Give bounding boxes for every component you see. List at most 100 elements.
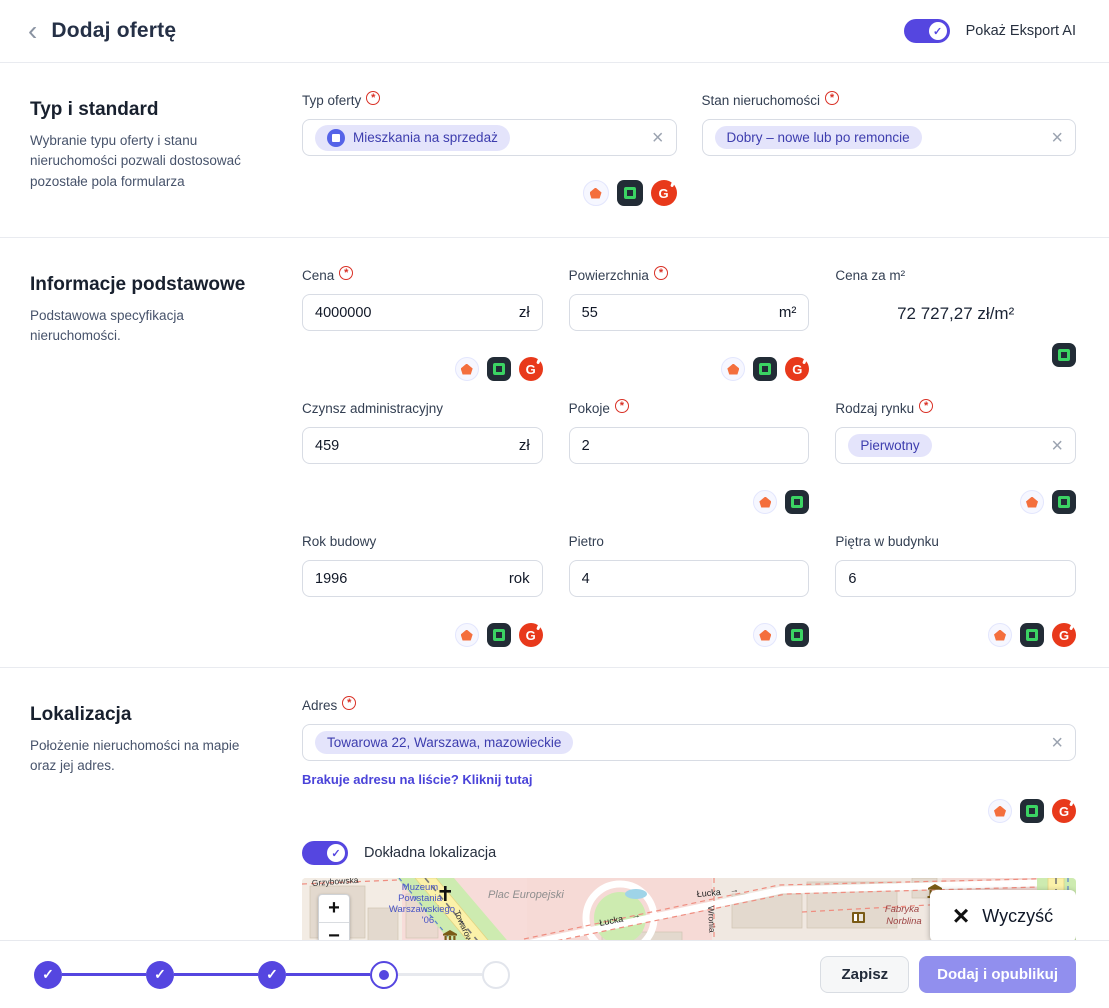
portal-icons-row: G xyxy=(302,622,543,648)
portal-house-icon[interactable] xyxy=(455,357,479,381)
clear-icon[interactable]: × xyxy=(1043,733,1063,753)
publish-button[interactable]: Dodaj i opublikuj xyxy=(919,956,1076,993)
pietro-label: Pietro xyxy=(569,534,810,554)
portal-otodom-icon[interactable] xyxy=(617,180,643,206)
gratka-letter: G xyxy=(1059,628,1069,643)
section-lok-header: Lokalizacja Położenie nieruchomości na m… xyxy=(30,668,302,940)
toggle-knob-check-icon: ✓ xyxy=(327,844,345,862)
typ-oferty-chip-text: Mieszkania na sprzedaż xyxy=(353,130,498,145)
rok-budowy-inputbox: rok xyxy=(302,560,543,597)
clear-icon[interactable]: × xyxy=(644,128,664,148)
typ-oferty-label-text: Typ oferty xyxy=(302,93,361,108)
rodzaj-rynku-label: Rodzaj rynku * xyxy=(835,401,1076,421)
save-button[interactable]: Zapisz xyxy=(820,956,909,993)
portal-gratka-icon[interactable]: G xyxy=(519,357,543,381)
portal-gratka-icon[interactable]: G xyxy=(1052,623,1076,647)
portal-otodom-icon[interactable] xyxy=(487,357,511,381)
field-pietra-w-budynku: Piętra w budynku G xyxy=(835,534,1076,648)
stan-select[interactable]: Dobry – nowe lub po remoncie × xyxy=(702,119,1077,156)
portal-icons-row xyxy=(569,489,810,515)
typ-oferty-label: Typ oferty * xyxy=(302,93,677,113)
portal-otodom-icon[interactable] xyxy=(1052,343,1076,367)
portal-house-icon[interactable] xyxy=(455,623,479,647)
location-map[interactable]: Grzybowska Muzeum Powstania Warszawskieg… xyxy=(302,878,1076,940)
portal-gratka-icon[interactable]: G xyxy=(785,357,809,381)
step-connector xyxy=(286,973,370,976)
section-info-title: Informacje podstawowe xyxy=(30,274,302,296)
portal-house-icon[interactable] xyxy=(1020,490,1044,514)
info-row-1: Cena * zł G xyxy=(302,268,1076,401)
portal-otodom-icon[interactable] xyxy=(1020,623,1044,647)
czynsz-inputbox: zł xyxy=(302,427,543,464)
portal-otodom-icon[interactable] xyxy=(785,490,809,514)
powierzchnia-label-text: Powierzchnia xyxy=(569,268,649,283)
portal-icons-row: G xyxy=(835,622,1076,648)
typ-oferty-chip[interactable]: Mieszkania na sprzedaż xyxy=(315,125,510,151)
map-label-norblina: Norblina xyxy=(886,916,921,927)
czynsz-input[interactable] xyxy=(315,438,511,454)
step-5-upcoming[interactable] xyxy=(482,961,510,989)
step-3-done[interactable]: ✓ xyxy=(258,961,286,989)
adres-chip[interactable]: Towarowa 22, Warszawa, mazowieckie xyxy=(315,731,573,754)
exact-location-toggle[interactable]: ✓ xyxy=(302,841,348,865)
portal-house-icon[interactable] xyxy=(721,357,745,381)
map-zoom-control: + − xyxy=(318,894,350,940)
portal-house-icon[interactable] xyxy=(583,180,609,206)
portal-otodom-icon[interactable] xyxy=(785,623,809,647)
map-zoom-out-button[interactable]: − xyxy=(319,923,349,940)
pokoje-input[interactable] xyxy=(582,438,797,454)
portal-icons-row: G xyxy=(302,798,1076,824)
section-typ-description: Wybranie typu oferty i stanu nieruchomoś… xyxy=(30,131,268,192)
pokoje-label: Pokoje * xyxy=(569,401,810,421)
back-chevron-icon[interactable]: ‹ xyxy=(28,18,37,43)
map-zoom-in-button[interactable]: + xyxy=(319,895,349,923)
field-rok-budowy: Rok budowy rok G xyxy=(302,534,543,648)
step-connector xyxy=(62,973,146,976)
portal-house-icon[interactable] xyxy=(988,623,1012,647)
rodzaj-rynku-select[interactable]: Pierwotny × xyxy=(835,427,1076,464)
adres-select[interactable]: Towarowa 22, Warszawa, mazowieckie × xyxy=(302,724,1076,761)
portal-gratka-icon[interactable]: G xyxy=(651,180,677,206)
cena-input[interactable] xyxy=(315,305,511,321)
pietro-input[interactable] xyxy=(582,571,797,587)
pietra-input[interactable] xyxy=(848,571,1063,587)
portal-otodom-icon[interactable] xyxy=(1052,490,1076,514)
step-1-done[interactable]: ✓ xyxy=(34,961,62,989)
portal-otodom-icon[interactable] xyxy=(753,357,777,381)
pokoje-label-text: Pokoje xyxy=(569,401,610,416)
portal-otodom-icon[interactable] xyxy=(1020,799,1044,823)
cinema-icon xyxy=(852,912,865,923)
field-pokoje: Pokoje * xyxy=(569,401,810,515)
portal-gratka-icon[interactable]: G xyxy=(1052,799,1076,823)
portal-icons-row xyxy=(835,342,1076,368)
portal-house-icon[interactable] xyxy=(988,799,1012,823)
portal-house-icon[interactable] xyxy=(753,490,777,514)
typ-oferty-select[interactable]: Mieszkania na sprzedaż × xyxy=(302,119,677,156)
ai-export-toggle[interactable]: ✓ xyxy=(904,19,950,43)
clear-icon[interactable]: × xyxy=(1043,436,1063,456)
step-2-done[interactable]: ✓ xyxy=(146,961,174,989)
portal-house-icon[interactable] xyxy=(753,623,777,647)
adres-chip-text: Towarowa 22, Warszawa, mazowieckie xyxy=(327,735,561,750)
map-label-muzeum-2: Powstania xyxy=(398,893,443,904)
portal-otodom-icon[interactable] xyxy=(487,623,511,647)
map-clear-button[interactable]: × Wyczyść xyxy=(930,890,1076,940)
map-label-wronia: Wronia xyxy=(706,906,717,934)
add-offer-page: ‹ Dodaj ofertę ✓ Pokaż Eksport AI Typ i … xyxy=(0,0,1109,1008)
section-typ-fields: Typ oferty * Mieszkania na sprzedaż × G xyxy=(302,63,1076,237)
czynsz-suffix: zł xyxy=(519,437,530,454)
step-4-current[interactable] xyxy=(370,961,398,989)
stan-chip[interactable]: Dobry – nowe lub po remoncie xyxy=(715,126,922,149)
cena-za-m2-label: Cena za m² xyxy=(835,268,1076,288)
portal-gratka-icon[interactable]: G xyxy=(519,623,543,647)
powierzchnia-input[interactable] xyxy=(582,305,771,321)
clear-icon[interactable]: × xyxy=(1043,128,1063,148)
cena-suffix: zł xyxy=(519,304,530,321)
required-icon: * xyxy=(615,399,629,413)
adres-label: Adres * xyxy=(302,698,1076,718)
portal-icons-row xyxy=(835,489,1076,515)
rodzaj-rynku-chip[interactable]: Pierwotny xyxy=(848,434,931,457)
section-info-description: Podstawowa specyfikacja nieruchomości. xyxy=(30,306,268,347)
rok-budowy-input[interactable] xyxy=(315,571,501,587)
missing-address-link[interactable]: Brakuje adresu na liście? Kliknij tutaj xyxy=(302,772,532,787)
